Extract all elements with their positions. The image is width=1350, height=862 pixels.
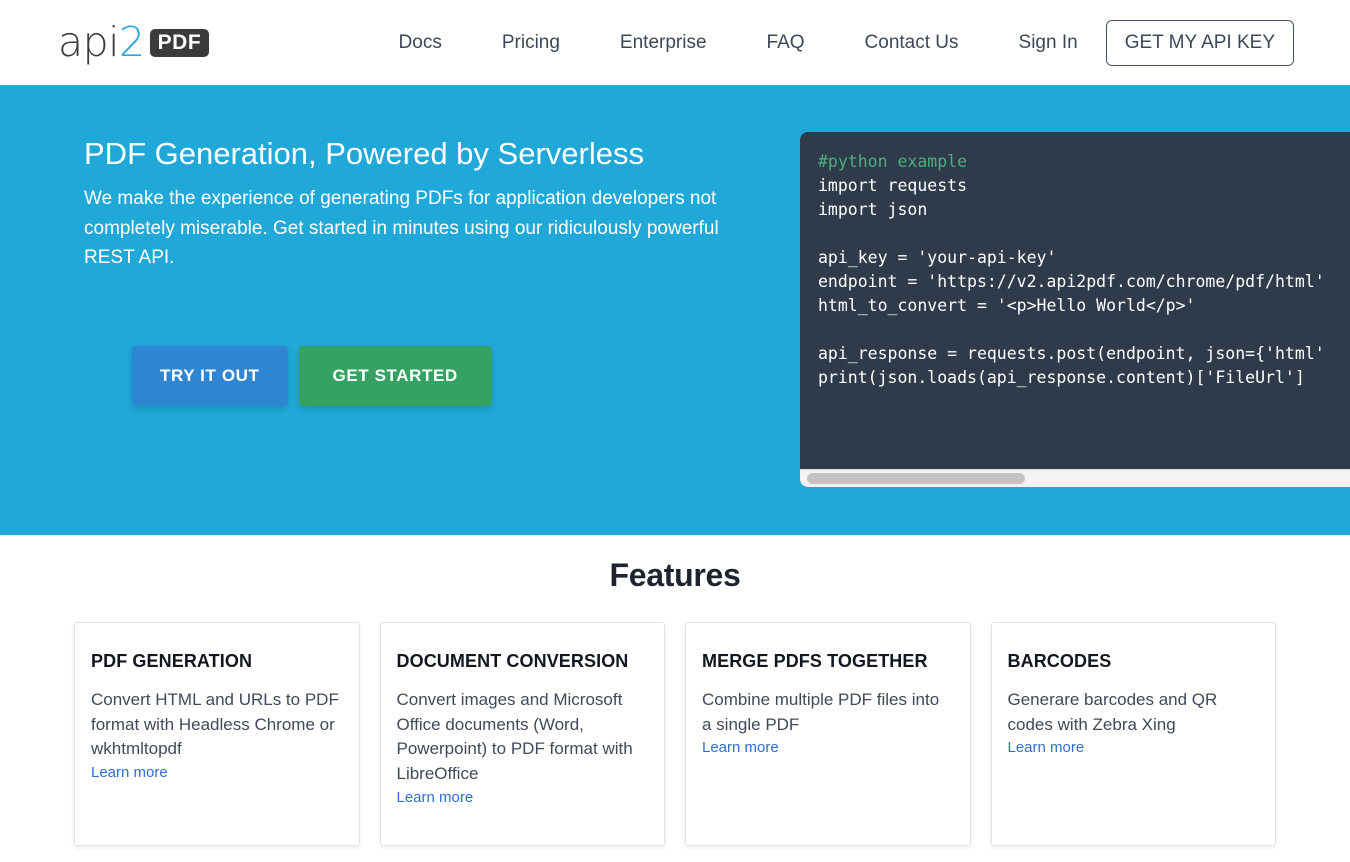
code-sample-text: #python example import requests import j… — [800, 132, 1350, 390]
features-heading: Features — [609, 557, 741, 593]
feature-card-body: Convert images and Microsoft Office docu… — [396, 690, 633, 783]
nav-link-faq[interactable]: FAQ — [737, 32, 835, 54]
nav-link-contact-us[interactable]: Contact Us — [835, 32, 989, 54]
code-body-lines: import requests import json api_key = 'y… — [818, 176, 1325, 387]
code-comment-line: #python example — [818, 152, 968, 171]
hero-section: PDF Generation, Powered by Serverless We… — [0, 85, 1350, 535]
get-my-api-key-button[interactable]: GET MY API KEY — [1105, 19, 1294, 66]
code-sample-panel: #python example import requests import j… — [800, 132, 1350, 487]
hero-title: PDF Generation, Powered by Serverless — [84, 136, 644, 171]
feature-card-learn-more-link[interactable]: Learn more — [702, 739, 779, 756]
nav-link-enterprise[interactable]: Enterprise — [590, 32, 737, 54]
feature-card-body: Convert HTML and URLs to PDF format with… — [91, 690, 339, 759]
feature-card-learn-more-link[interactable]: Learn more — [397, 789, 474, 806]
feature-card[interactable]: PDF GENERATION Convert HTML and URLs to … — [74, 622, 360, 846]
feature-card-body: Combine multiple PDF files into a single… — [702, 690, 940, 734]
nav-link-pricing[interactable]: Pricing — [472, 32, 590, 54]
logo-text-api: api — [58, 18, 120, 66]
feature-card[interactable]: DOCUMENT CONVERSION Convert images and M… — [379, 622, 665, 846]
code-horizontal-scrollbar[interactable] — [800, 469, 1350, 487]
feature-card-title: MERGE PDFS TOGETHER — [702, 651, 928, 671]
code-scrollbar-thumb[interactable] — [807, 473, 1025, 484]
logo[interactable]: api 2 PDF — [58, 18, 210, 67]
site-header: api 2 PDF Docs Pricing Enterprise FAQ Con… — [0, 0, 1350, 85]
feature-card-learn-more-link[interactable]: Learn more — [1008, 739, 1085, 756]
feature-card-list: PDF GENERATION Convert HTML and URLs to … — [0, 622, 1350, 846]
hero-subtitle: We make the experience of generating PDF… — [84, 188, 719, 269]
feature-card[interactable]: BARCODES Generare barcodes and QR codes … — [990, 622, 1276, 846]
main-navigation: Docs Pricing Enterprise FAQ Contact Us S… — [369, 19, 1294, 66]
feature-card-body: Generare barcodes and QR codes with Zebr… — [1007, 690, 1218, 734]
hero-content: PDF Generation, Powered by Serverless We… — [84, 85, 784, 535]
feature-card-title: PDF GENERATION — [91, 651, 253, 671]
get-started-button[interactable]: GET STARTED — [298, 345, 492, 406]
feature-card-title: DOCUMENT CONVERSION — [396, 651, 629, 671]
feature-card[interactable]: MERGE PDFS TOGETHER Combine multiple PDF… — [685, 622, 971, 846]
features-section: Features PDF GENERATION Convert HTML and… — [0, 535, 1350, 846]
feature-card-learn-more-link[interactable]: Learn more — [91, 764, 168, 781]
logo-badge-pdf: PDF — [149, 28, 210, 57]
try-it-out-button[interactable]: TRY IT OUT — [132, 345, 288, 406]
logo-text-two: 2 — [119, 18, 145, 66]
nav-link-sign-in[interactable]: Sign In — [989, 32, 1106, 54]
nav-link-docs[interactable]: Docs — [369, 32, 472, 54]
feature-card-title: BARCODES — [1007, 651, 1112, 671]
hero-button-group: TRY IT OUT GET STARTED — [132, 345, 784, 406]
